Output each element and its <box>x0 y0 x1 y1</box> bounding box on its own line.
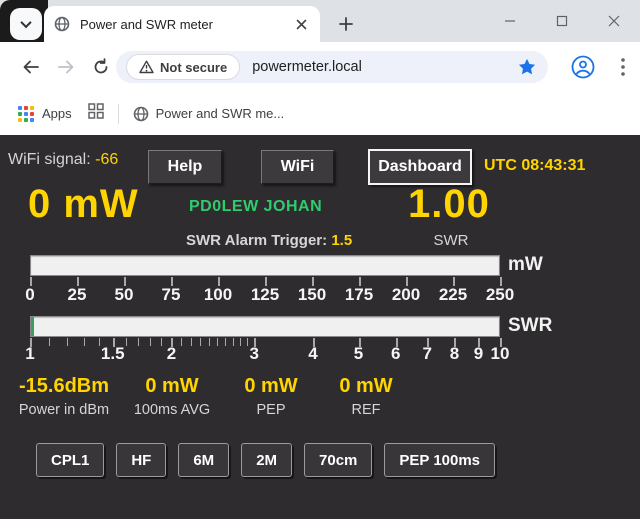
swr-meter-fill <box>31 317 34 336</box>
band-button-cpl1[interactable]: CPL1 <box>36 443 104 477</box>
apps-grid-icon <box>18 106 34 122</box>
swr-tick-label-3: 3 <box>250 344 259 364</box>
close-window-button[interactable] <box>588 0 640 42</box>
swr-tick-label-1.5: 1.5 <box>101 344 125 364</box>
swr-tick-label-1: 1 <box>25 344 34 364</box>
browser-window: Power and SWR meter <box>0 0 640 519</box>
maximize-button[interactable] <box>536 0 588 42</box>
swr-tick-label-6: 6 <box>391 344 400 364</box>
minimize-icon <box>504 15 516 27</box>
power-tick-labels: 0255075100125150175200225250 <box>30 285 500 305</box>
squares-icon[interactable] <box>88 103 104 124</box>
security-chip-label: Not secure <box>160 60 227 75</box>
power-meter-unit: mW <box>508 254 543 276</box>
swr-tick-label-7: 7 <box>422 344 431 364</box>
back-button[interactable] <box>18 54 44 80</box>
close-icon <box>608 15 620 27</box>
wifi-signal: WiFi signal: -66 <box>8 151 118 169</box>
window-controls <box>484 0 640 42</box>
profile-button[interactable] <box>571 55 595 84</box>
power-tick-label-75: 75 <box>162 285 181 305</box>
browser-toolbar: Not secure powermeter.local <box>0 42 640 92</box>
readout-ref-value: 0 mW <box>301 375 431 398</box>
browser-menu-button[interactable] <box>611 55 635 79</box>
forward-power-value: 0 mW <box>28 182 139 227</box>
utc-clock: UTC 08:43:31 <box>484 157 585 175</box>
reload-icon <box>92 58 110 76</box>
new-tab-button[interactable] <box>334 12 358 36</box>
power-tick-label-175: 175 <box>345 285 373 305</box>
swr-meter-bar <box>30 316 500 337</box>
swr-big-value: 1.00 <box>408 182 490 227</box>
band-button-pep-100ms[interactable]: PEP 100ms <box>384 443 495 477</box>
swr-tick-label-9: 9 <box>474 344 483 364</box>
bookmark-star-button[interactable] <box>518 58 536 76</box>
tab-title: Power and SWR meter <box>80 17 286 32</box>
dashboard-button[interactable]: Dashboard <box>368 149 472 185</box>
warning-icon <box>139 60 154 74</box>
bookmark-label: Power and SWR me... <box>156 106 285 121</box>
band-button-6m[interactable]: 6M <box>178 443 229 477</box>
arrow-left-icon <box>22 58 40 76</box>
power-tick-label-0: 0 <box>25 285 34 305</box>
wifi-button[interactable]: WiFi <box>261 150 334 184</box>
bookmarks-divider <box>118 104 119 124</box>
wifi-signal-value: -66 <box>95 151 118 168</box>
reload-button[interactable] <box>88 54 114 80</box>
profile-icon <box>571 55 595 79</box>
swr-tick-label-4: 4 <box>308 344 317 364</box>
maximize-icon <box>556 15 568 27</box>
band-button-2m[interactable]: 2M <box>241 443 292 477</box>
security-chip[interactable]: Not secure <box>126 54 240 80</box>
swr-meter-unit: SWR <box>508 315 552 337</box>
band-button-70cm[interactable]: 70cm <box>304 443 372 477</box>
band-button-hf[interactable]: HF <box>116 443 166 477</box>
kebab-menu-icon <box>621 58 625 76</box>
tab-strip: Power and SWR meter <box>0 0 640 42</box>
band-button-row: CPL1 HF 6M 2M 70cm PEP 100ms <box>36 443 495 477</box>
apps-label[interactable]: Apps <box>42 106 72 121</box>
bookmarks-bar: Apps Power and SWR me... <box>0 92 640 135</box>
power-tick-label-125: 125 <box>251 285 279 305</box>
tab-search-button[interactable] <box>10 8 42 40</box>
power-tick-label-225: 225 <box>439 285 467 305</box>
globe-favicon-icon <box>54 16 70 32</box>
help-button[interactable]: Help <box>148 150 222 184</box>
swr-alarm-trigger: SWR Alarm Trigger: 1.5 <box>186 232 352 249</box>
plus-icon <box>339 17 353 31</box>
power-tick-label-50: 50 <box>115 285 134 305</box>
url-text: powermeter.local <box>252 59 518 75</box>
minimize-button[interactable] <box>484 0 536 42</box>
globe-icon <box>133 106 149 122</box>
swr-alarm-label: SWR Alarm Trigger: <box>186 232 327 249</box>
swr-tick-label-2: 2 <box>167 344 176 364</box>
tab-power-and-swr-meter[interactable]: Power and SWR meter <box>44 6 320 42</box>
readout-ref: 0 mW REF <box>301 375 431 418</box>
swr-caption: SWR <box>428 232 474 249</box>
bookmark-power-meter[interactable]: Power and SWR me... <box>133 106 285 122</box>
swr-alarm-value: 1.5 <box>331 232 352 249</box>
callsign: PD0LEW JOHAN <box>189 198 322 216</box>
power-tick-label-150: 150 <box>298 285 326 305</box>
address-bar[interactable]: Not secure powermeter.local <box>116 51 548 83</box>
wifi-signal-label: WiFi signal: <box>8 151 91 168</box>
swr-tick-label-8: 8 <box>450 344 459 364</box>
forward-button[interactable] <box>53 54 79 80</box>
readout-ref-label: REF <box>301 402 431 418</box>
power-tick-label-25: 25 <box>68 285 87 305</box>
power-tick-label-200: 200 <box>392 285 420 305</box>
swr-tick-labels: 11.52345678910 <box>30 344 500 364</box>
star-icon <box>518 58 536 76</box>
power-tick-label-250: 250 <box>486 285 514 305</box>
tab-close-button[interactable] <box>292 15 310 33</box>
swr-tick-label-10: 10 <box>491 344 510 364</box>
chevron-down-icon <box>20 17 31 28</box>
power-meter-bar <box>30 255 500 276</box>
swr-tick-label-5: 5 <box>354 344 363 364</box>
close-icon <box>296 19 307 30</box>
power-tick-label-100: 100 <box>204 285 232 305</box>
page-content: WiFi signal: -66 Help WiFi Dashboard UTC… <box>0 135 640 519</box>
arrow-right-icon <box>57 58 75 76</box>
